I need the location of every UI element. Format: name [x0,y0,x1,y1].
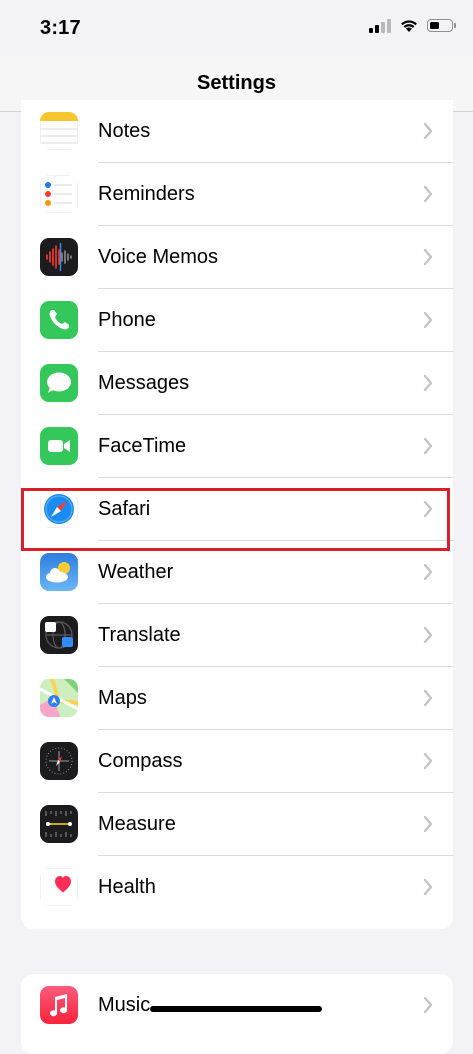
reminders-icon [40,175,78,213]
notes-icon [40,112,78,150]
settings-row-label: Notes [98,120,151,142]
chevron-right-icon [423,752,433,770]
status-time: 3:17 [40,17,81,39]
battery-fill [430,22,439,29]
settings-row-label: Weather [98,561,174,583]
settings-row-messages[interactable]: Messages [21,352,453,415]
settings-row-phone[interactable]: Phone [21,289,453,352]
chevron-right-icon [423,878,433,896]
measure-icon [40,805,78,843]
weather-icon [40,553,78,591]
settings-row-label: Phone [98,309,156,331]
settings-row-label: Safari [98,498,151,520]
chevron-right-icon [423,311,433,329]
settings-row-label: Maps [98,687,147,709]
maps-icon [40,679,78,717]
settings-row-compass[interactable]: Compass [21,730,453,793]
page-title: Settings [197,72,276,94]
settings-row-reminders[interactable]: Reminders [21,163,453,226]
settings-row-maps[interactable]: Maps [21,667,453,730]
settings-row-label: Reminders [98,183,195,205]
chevron-right-icon [423,626,433,644]
music-icon [40,986,78,1024]
chevron-right-icon [423,996,433,1014]
battery-icon [427,19,456,32]
chevron-right-icon [423,563,433,581]
settings-row-label: Translate [98,624,181,646]
status-icons [369,18,456,33]
chevron-right-icon [423,374,433,392]
signal-icon [369,18,391,33]
settings-row-translate[interactable]: Translate [21,604,453,667]
status-bar: 3:17 [0,0,473,56]
home-indicator[interactable] [150,1006,322,1012]
compass-icon [40,742,78,780]
settings-row-label: Health [98,876,156,898]
chevron-right-icon [423,248,433,266]
facetime-icon [40,427,78,465]
chevron-right-icon [423,122,433,140]
chevron-right-icon [423,689,433,707]
chevron-right-icon [423,500,433,518]
settings-row-weather[interactable]: Weather [21,541,453,604]
voice-memos-icon [40,238,78,276]
chevron-right-icon [423,437,433,455]
settings-group-apps: Notes Reminders Voice Memos Phone Messag… [21,100,453,929]
chevron-right-icon [423,815,433,833]
phone-icon [40,301,78,339]
chevron-right-icon [423,185,433,203]
settings-row-label: Messages [98,372,190,394]
settings-row-label: Music [98,994,151,1016]
settings-row-facetime[interactable]: FaceTime [21,415,453,478]
settings-row-safari[interactable]: Safari [21,478,453,541]
settings-row-label: FaceTime [98,435,187,457]
settings-row-measure[interactable]: Measure [21,793,453,856]
wifi-icon [401,20,417,32]
settings-row-voice-memos[interactable]: Voice Memos [21,226,453,289]
settings-group-media: Music [21,974,453,1054]
health-icon [40,868,78,906]
settings-row-notes[interactable]: Notes [21,100,453,163]
settings-row-label: Measure [98,813,176,835]
settings-row-label: Compass [98,750,183,772]
messages-icon [40,364,78,402]
safari-icon [40,490,78,528]
settings-row-label: Voice Memos [98,246,219,268]
settings-row-health[interactable]: Health [21,856,453,919]
translate-icon [40,616,78,654]
